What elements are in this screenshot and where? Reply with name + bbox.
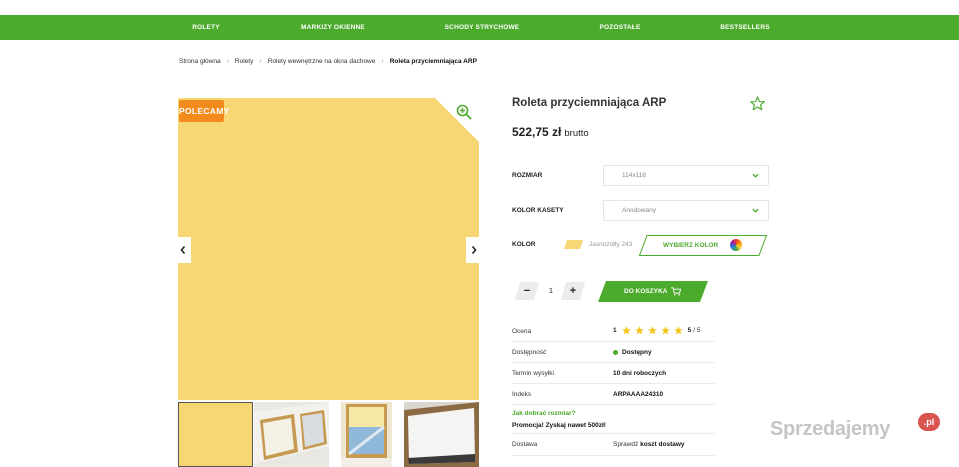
availability-value: Dostępny xyxy=(613,349,652,356)
index-label: Indeks xyxy=(512,391,532,398)
rating-count: 1 xyxy=(613,327,617,334)
rating-out-of: / 5 xyxy=(693,327,701,334)
thumbnail-white-blind-image xyxy=(404,402,479,467)
promo-text: Promocja! Zyskaj nawet 500zł! xyxy=(512,422,606,429)
chevron-left-icon[interactable] xyxy=(174,237,191,263)
nav-item-markizy[interactable]: MARKIZY OKIENNE xyxy=(301,15,365,40)
breadcrumb-separator: › xyxy=(259,58,262,65)
breadcrumb-rolety[interactable]: Rolety xyxy=(235,58,253,65)
info-row-shipping-time: Termin wysyłki 10 dni roboczych xyxy=(512,363,715,384)
star-filled-icon xyxy=(634,326,644,335)
info-row-availability: Dostępność Dostępny xyxy=(512,342,715,363)
quantity-minus-button[interactable]: − xyxy=(517,282,537,300)
cassette-select[interactable]: Anodowany xyxy=(603,200,769,221)
available-dot-icon xyxy=(613,349,618,355)
size-value: 114x118 xyxy=(622,172,646,179)
nav-item-schody[interactable]: SCHODY STRYCHOWE xyxy=(445,15,520,40)
divider xyxy=(512,433,715,434)
star-filled-icon xyxy=(660,326,670,335)
choose-color-button[interactable]: WYBIERZ KOLOR xyxy=(639,235,767,256)
product-main-image[interactable] xyxy=(178,98,479,400)
star-filled-icon xyxy=(673,326,683,335)
nav-item-rolety[interactable]: ROLETY xyxy=(192,15,220,40)
delivery-label: Dostawa xyxy=(512,441,538,448)
breadcrumb-home[interactable]: Strona główna xyxy=(179,58,221,65)
delivery-value: Sprawdź koszt dostawy xyxy=(613,441,685,448)
add-to-cart-label: DO KOSZYKA xyxy=(624,288,668,295)
size-label: ROZMIAR xyxy=(512,172,543,179)
price-suffix: brutto xyxy=(564,128,589,139)
delivery-prefix: Sprawdź xyxy=(613,441,639,448)
color-name: Jasnożółty 243 xyxy=(589,241,633,248)
thumbnail-2[interactable] xyxy=(254,402,329,467)
product-info-table: Ocena 1 5 / 5 Dostępność Dostępny Termin… xyxy=(512,321,715,405)
quantity-plus-button[interactable]: + xyxy=(563,282,583,300)
shipping-time-label: Termin wysyłki xyxy=(512,370,554,377)
thumbnail-4[interactable] xyxy=(404,402,479,467)
chevron-right-icon[interactable] xyxy=(466,237,483,263)
thumbnail-window-sky-image xyxy=(341,402,392,467)
info-row-index: Indeks ARPAAAA24310 xyxy=(512,384,715,405)
cart-icon xyxy=(671,287,681,296)
quantity-input[interactable]: 1 xyxy=(540,282,562,300)
availability-label: Dostępność xyxy=(512,349,547,356)
recommended-badge: POLECAMY xyxy=(179,100,229,122)
info-row-rating: Ocena 1 5 / 5 xyxy=(512,321,715,342)
watermark: Sprzedajemy xyxy=(770,418,891,440)
rating-score: 5 xyxy=(687,327,692,334)
choose-color-label: WYBIERZ KOLOR xyxy=(663,242,719,249)
breadcrumb-current: Roleta przyciemniająca ARP xyxy=(389,58,477,65)
breadcrumb-separator: › xyxy=(226,58,229,65)
thumbnail-roof-window-image xyxy=(254,402,329,467)
breadcrumb-separator: › xyxy=(381,58,384,65)
breadcrumb: Strona główna › Rolety › Rolety wewnętrz… xyxy=(179,58,477,65)
thumbnail-3[interactable] xyxy=(341,402,392,467)
color-wheel-icon xyxy=(730,239,742,251)
delivery-cost-link[interactable]: koszt dostawy xyxy=(640,441,684,448)
top-bar xyxy=(0,0,959,15)
main-nav: ROLETY MARKIZY OKIENNE SCHODY STRYCHOWE … xyxy=(0,15,959,40)
divider xyxy=(512,455,715,456)
color-swatch xyxy=(564,240,583,249)
star-filled-icon xyxy=(621,326,631,335)
availability-text: Dostępny xyxy=(622,349,652,356)
thumbnail-1[interactable] xyxy=(178,402,253,467)
nav-item-bestsellers[interactable]: BESTSELLERS xyxy=(720,15,770,40)
cassette-value: Anodowany xyxy=(622,207,656,214)
product-price: 522,75 zł brutto xyxy=(512,125,589,139)
color-label: KOLOR xyxy=(512,241,536,248)
chevron-down-icon xyxy=(752,173,759,178)
star-filled-icon xyxy=(647,326,657,335)
nav-item-pozostale[interactable]: POZOSTAŁE xyxy=(599,15,640,40)
chevron-down-icon xyxy=(752,208,759,213)
quantity-stepper: − 1 + xyxy=(515,282,585,300)
rating-label: Ocena xyxy=(512,328,532,335)
product-title: Roleta przyciemniająca ARP xyxy=(512,97,667,109)
index-value: ARPAAAA24310 xyxy=(613,391,664,398)
watermark-badge: .pl xyxy=(918,413,940,431)
price-value: 522,75 zł xyxy=(512,125,562,139)
add-to-cart-button[interactable]: DO KOSZYKA xyxy=(598,281,708,302)
size-select[interactable]: 114x118 xyxy=(603,165,769,186)
zoom-in-icon[interactable] xyxy=(456,104,472,120)
star-outline-icon[interactable] xyxy=(750,96,765,111)
rating-stars[interactable]: 1 5 / 5 xyxy=(613,326,700,335)
breadcrumb-category[interactable]: Rolety wewnętrzne na okna dachowe xyxy=(268,58,376,65)
cassette-label: KOLOR KASETY xyxy=(512,207,564,214)
size-guide-link[interactable]: Jak dobrać rozmiar? xyxy=(512,410,576,417)
shipping-time-value: 10 dni roboczych xyxy=(613,370,667,377)
